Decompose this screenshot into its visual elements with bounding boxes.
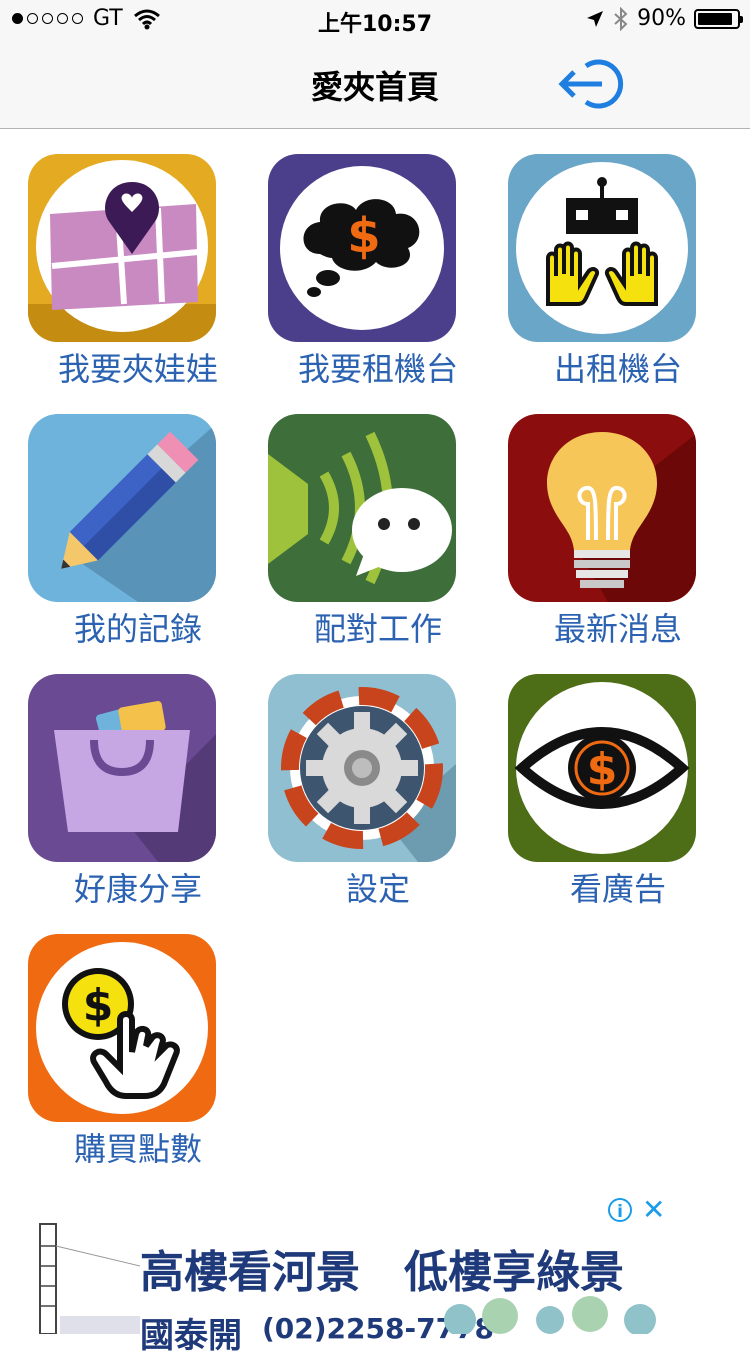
eye-dollar-icon: $ (508, 674, 696, 862)
ad-banner[interactable]: i ✕ 高樓看河景 低樓享綠景 國泰開 (02)2258-7778 (0, 1190, 750, 1356)
menu-label: 好康分享 (73, 870, 202, 908)
menu-item-match-jobs[interactable]: 配對工作 (258, 410, 478, 648)
menu-label: 我要租機台 (297, 350, 458, 388)
navigation-bar: 愛夾首頁 (0, 40, 750, 129)
info-icon[interactable]: i (608, 1198, 632, 1222)
menu-item-lease-machine[interactable]: 出租機台 (498, 150, 718, 388)
bluetooth-icon (614, 6, 628, 31)
menu-item-watch-ads[interactable]: $ 看廣告 (498, 670, 718, 908)
map-heart-pin-icon (28, 154, 216, 342)
status-bar: GT 上午10:57 90% (0, 0, 750, 40)
menu-label: 配對工作 (313, 610, 442, 648)
menu-label: 購買點數 (73, 1130, 202, 1168)
svg-text:$: $ (83, 980, 114, 1031)
speaker-chat-icon (268, 414, 456, 602)
trees-illustration (444, 1296, 656, 1334)
logout-arrow-icon[interactable] (558, 56, 628, 112)
battery-icon (694, 8, 743, 29)
thought-bubble-dollar-icon: $ (268, 154, 456, 342)
svg-text:$: $ (347, 208, 380, 264)
pencil-icon (28, 414, 216, 602)
menu-item-deals-share[interactable]: 好康分享 (18, 670, 238, 908)
menu-label: 看廣告 (569, 870, 666, 908)
menu-item-claw-machine[interactable]: 我要夾娃娃 (18, 150, 238, 388)
hand-coin-icon: $ (28, 934, 216, 1122)
svg-text:$: $ (587, 744, 618, 795)
close-icon[interactable]: ✕ (642, 1196, 665, 1224)
page-title: 愛夾首頁 (310, 68, 439, 106)
shopping-bag-icon (28, 674, 216, 862)
menu-label: 我要夾娃娃 (57, 350, 218, 388)
menu-item-my-records[interactable]: 我的記錄 (18, 410, 238, 648)
menu-item-news[interactable]: 最新消息 (498, 410, 718, 648)
ad-brand: 國泰開 (140, 1316, 242, 1356)
menu-label: 出租機台 (553, 350, 682, 388)
menu-label: 我的記錄 (73, 610, 202, 648)
menu-item-settings[interactable]: 設定 (258, 670, 478, 908)
lightbulb-icon (508, 414, 696, 602)
menu-label: 最新消息 (553, 610, 682, 648)
location-arrow-icon (587, 10, 604, 27)
building-sketch-image (39, 1223, 140, 1334)
battery-percent: 90% (637, 6, 686, 31)
menu-item-rent-machine[interactable]: $ 我要租機台 (258, 150, 478, 388)
menu-label: 設定 (345, 870, 410, 908)
gear-icon (268, 674, 456, 862)
robot-hands-icon (508, 154, 696, 342)
menu-item-buy-points[interactable]: $ 購買點數 (18, 930, 238, 1168)
